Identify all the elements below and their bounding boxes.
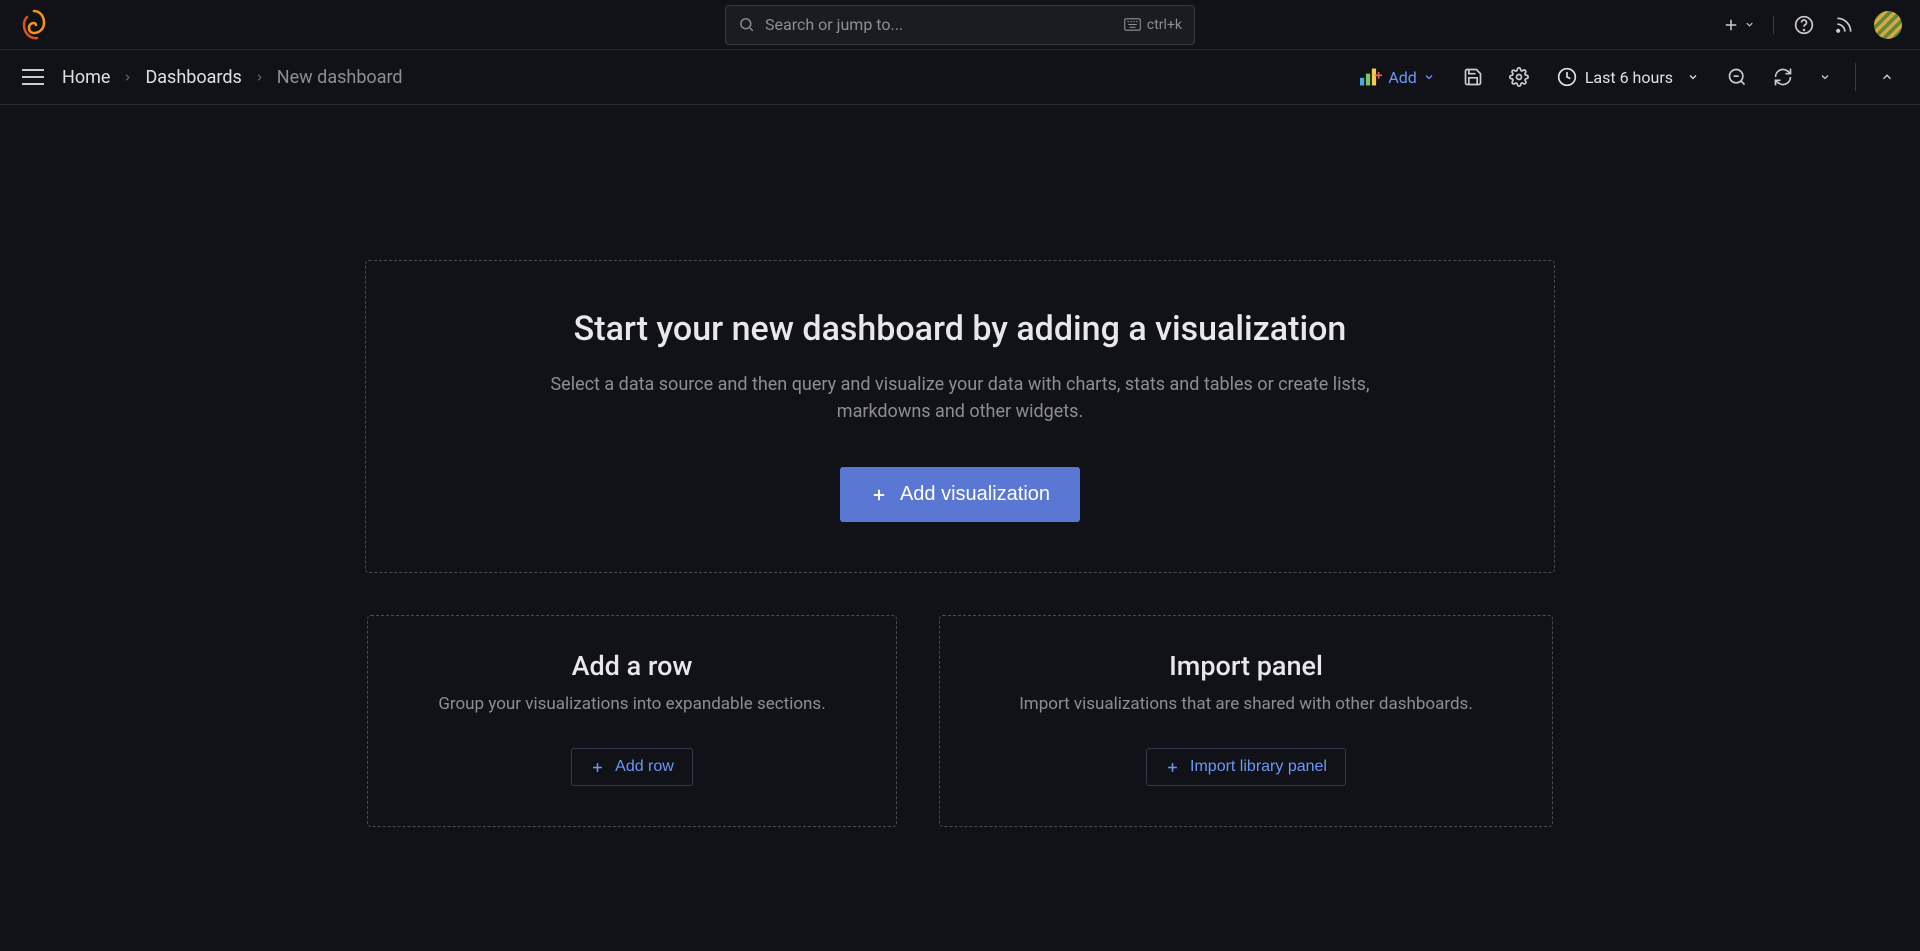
search-icon xyxy=(738,16,755,33)
add-row-description: Group your visualizations into expandabl… xyxy=(398,694,866,714)
refresh-interval-dropdown[interactable] xyxy=(1811,63,1839,91)
breadcrumb: Home Dashboards New dashboard xyxy=(62,67,403,88)
create-new-button[interactable] xyxy=(1722,16,1774,34)
save-button[interactable] xyxy=(1455,59,1491,95)
panel-chart-icon xyxy=(1360,68,1382,86)
chevron-right-icon xyxy=(122,72,133,83)
main-content: Start your new dashboard by adding a vis… xyxy=(0,105,1920,827)
clock-icon xyxy=(1557,67,1577,87)
grafana-logo[interactable] xyxy=(18,9,50,41)
breadcrumb-current: New dashboard xyxy=(277,67,403,88)
import-panel-description: Import visualizations that are shared wi… xyxy=(970,694,1522,714)
search-placeholder: Search or jump to... xyxy=(765,15,903,34)
import-panel-title: Import panel xyxy=(970,650,1522,682)
secondary-cards-row: Add a row Group your visualizations into… xyxy=(367,615,1553,827)
top-bar: Search or jump to... ctrl+k xyxy=(0,0,1920,50)
add-row-title: Add a row xyxy=(398,650,866,682)
breadcrumb-home[interactable]: Home xyxy=(62,67,110,88)
import-panel-card: Import panel Import visualizations that … xyxy=(939,615,1553,827)
collapse-button[interactable] xyxy=(1872,62,1902,92)
zoom-out-button[interactable] xyxy=(1719,59,1755,95)
chevron-down-icon xyxy=(1687,71,1699,83)
menu-toggle[interactable] xyxy=(18,65,48,89)
help-icon[interactable] xyxy=(1794,15,1814,35)
plus-icon xyxy=(1165,760,1180,775)
import-library-panel-button[interactable]: Import library panel xyxy=(1146,748,1346,786)
top-right-group xyxy=(1722,11,1902,39)
chevron-right-icon xyxy=(254,72,265,83)
nav-bar: Home Dashboards New dashboard Ad xyxy=(0,50,1920,105)
divider xyxy=(1855,63,1856,91)
add-visualization-button[interactable]: Add visualization xyxy=(840,467,1080,522)
breadcrumb-dashboards[interactable]: Dashboards xyxy=(145,67,241,88)
news-icon[interactable] xyxy=(1834,15,1854,35)
plus-icon xyxy=(590,760,605,775)
add-visualization-card: Start your new dashboard by adding a vis… xyxy=(365,260,1555,573)
settings-button[interactable] xyxy=(1501,59,1537,95)
primary-title: Start your new dashboard by adding a vis… xyxy=(406,309,1514,349)
add-panel-button[interactable]: Add xyxy=(1350,62,1444,93)
primary-description: Select a data source and then query and … xyxy=(550,371,1370,425)
search-shortcut: ctrl+k xyxy=(1124,17,1182,33)
chevron-down-icon xyxy=(1423,71,1435,83)
plus-icon xyxy=(870,486,888,504)
top-left-group xyxy=(18,9,50,41)
nav-left-group: Home Dashboards New dashboard xyxy=(18,65,403,89)
nav-right-group: Add Last 6 hours xyxy=(1350,59,1902,95)
add-row-button[interactable]: Add row xyxy=(571,748,693,786)
chevron-down-icon xyxy=(1744,19,1755,30)
add-row-card: Add a row Group your visualizations into… xyxy=(367,615,897,827)
user-avatar[interactable] xyxy=(1874,11,1902,39)
time-range-picker[interactable]: Last 6 hours xyxy=(1547,61,1709,93)
refresh-button[interactable] xyxy=(1765,59,1801,95)
search-input[interactable]: Search or jump to... ctrl+k xyxy=(725,5,1195,45)
